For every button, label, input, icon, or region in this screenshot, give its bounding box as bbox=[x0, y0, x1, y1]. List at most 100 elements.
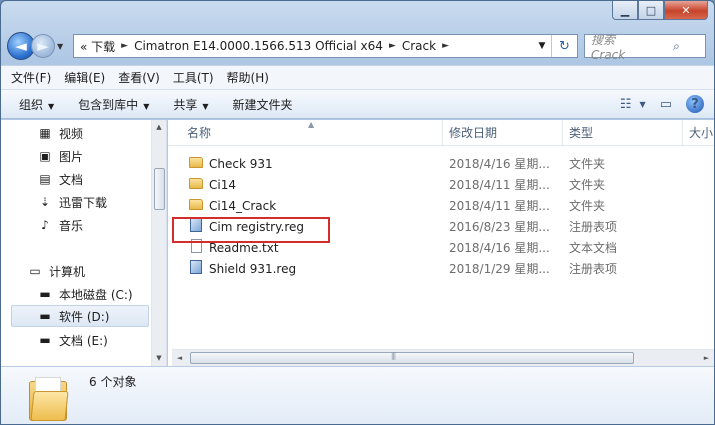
change-view-icon[interactable]: ☷ bbox=[620, 97, 632, 112]
search-icon[interactable]: ⌕ bbox=[648, 39, 705, 54]
menu-help[interactable]: 帮助(H) bbox=[227, 69, 269, 86]
folder-icon bbox=[188, 198, 204, 213]
file-date-cell: 2018/4/16 星期... bbox=[449, 157, 550, 171]
help-icon[interactable]: ? bbox=[686, 95, 704, 113]
video-icon: ▦ bbox=[39, 126, 51, 140]
include-in-library-button[interactable]: 包含到库中 ▼ bbox=[78, 96, 149, 113]
scroll-down-icon[interactable]: ▼ bbox=[152, 351, 166, 366]
file-name-cell: Ci14_Crack bbox=[188, 198, 276, 213]
navigation-pane: ▦ 视频 ▣ 图片 ▤ 文档 ⇣ 迅雷下载 ♪ 音乐 ▭ 计算机 ▬ 本地磁盘 … bbox=[1, 120, 167, 366]
breadcrumb-segment-crack[interactable]: Crack bbox=[402, 39, 436, 53]
maximize-button[interactable]: □ bbox=[638, 1, 664, 20]
file-date-cell: 2018/1/29 星期... bbox=[449, 262, 550, 276]
column-header-type[interactable]: 类型 bbox=[562, 120, 682, 146]
document-icon: ▤ bbox=[39, 172, 51, 186]
nav-item-documents[interactable]: ▤ 文档 bbox=[37, 168, 83, 190]
organize-button[interactable]: 组织 ▼ bbox=[19, 96, 54, 113]
view-dropdown-icon[interactable]: ▼ bbox=[640, 100, 646, 109]
registry-file-icon bbox=[188, 260, 204, 277]
drive-icon: ▬ bbox=[39, 309, 51, 323]
menu-bar: 文件(F) 编辑(E) 查看(V) 工具(T) 帮助(H) bbox=[1, 65, 714, 89]
nav-item-videos[interactable]: ▦ 视频 bbox=[37, 122, 83, 144]
share-button[interactable]: 共享 ▼ bbox=[173, 96, 208, 113]
nav-item-label: 音乐 bbox=[59, 218, 84, 233]
scroll-thumb[interactable] bbox=[190, 352, 634, 364]
forward-button[interactable]: ► bbox=[31, 34, 55, 58]
nav-item-drive-d[interactable]: ▬ 软件 (D:) bbox=[11, 305, 149, 327]
file-row[interactable]: Ci14_Crack 2018/4/11 星期... 文件夹 bbox=[172, 195, 714, 216]
file-row[interactable]: Shield 931.reg 2018/1/29 星期... 注册表项 bbox=[172, 258, 714, 279]
caption-buttons: ▁ □ ✕ bbox=[612, 1, 708, 20]
column-header-date[interactable]: 修改日期 bbox=[442, 120, 562, 146]
breadcrumb-segment-downloads[interactable]: « 下载 bbox=[80, 38, 115, 55]
nav-item-label: 文档 (E:) bbox=[59, 333, 108, 348]
file-date-cell: 2016/8/23 星期... bbox=[449, 220, 550, 234]
local-disk-icon: ▬ bbox=[39, 287, 51, 301]
refresh-icon[interactable]: ↻ bbox=[551, 35, 577, 57]
nav-scrollbar[interactable]: ▲ ▼ bbox=[151, 120, 166, 366]
nav-item-label: 图片 bbox=[59, 149, 84, 164]
breadcrumb-separator-icon[interactable]: ► bbox=[121, 41, 128, 51]
horizontal-scrollbar[interactable]: ◄ ||| ► bbox=[172, 349, 714, 366]
file-row[interactable]: Check 931 2018/4/16 星期... 文件夹 bbox=[172, 153, 714, 174]
nav-item-computer[interactable]: ▭ 计算机 bbox=[27, 260, 85, 282]
file-name-cell: Check 931 bbox=[188, 156, 273, 171]
details-pane: 6 个对象 bbox=[1, 366, 714, 424]
drive-icon: ▬ bbox=[39, 333, 51, 347]
breadcrumb-segment-cimatron[interactable]: Cimatron E14.0000.1566.513 Official x64 bbox=[134, 39, 383, 53]
file-date-cell: 2018/4/16 星期... bbox=[449, 241, 550, 255]
menu-view[interactable]: 查看(V) bbox=[118, 69, 160, 86]
command-bar-right: ☷ ▼ ▭ ? bbox=[606, 95, 704, 113]
folder-icon bbox=[188, 156, 204, 171]
folder-icon bbox=[29, 377, 69, 421]
nav-item-label: 迅雷下载 bbox=[59, 195, 108, 210]
menu-edit[interactable]: 编辑(E) bbox=[64, 69, 105, 86]
item-count: 6 个对象 bbox=[89, 375, 137, 389]
explorer-window: ▁ □ ✕ ◄ ► ▼ « 下载 ► Cimatron E14.0000.156… bbox=[0, 0, 715, 425]
address-bar[interactable]: « 下载 ► Cimatron E14.0000.1566.513 Offici… bbox=[73, 34, 578, 58]
breadcrumb-separator-icon[interactable]: ► bbox=[442, 41, 449, 51]
scroll-thumb[interactable] bbox=[154, 168, 165, 210]
new-folder-button[interactable]: 新建文件夹 bbox=[233, 96, 293, 113]
column-header-name[interactable]: 名称 bbox=[181, 120, 444, 146]
file-type-cell: 文件夹 bbox=[569, 178, 606, 192]
chevron-down-icon: ▼ bbox=[202, 101, 209, 111]
preview-pane-icon[interactable]: ▭ bbox=[660, 97, 672, 112]
menu-file[interactable]: 文件(F) bbox=[11, 69, 51, 86]
close-button[interactable]: ✕ bbox=[664, 1, 708, 20]
scroll-up-icon[interactable]: ▲ bbox=[152, 120, 166, 135]
nav-item-drive-e[interactable]: ▬ 文档 (E:) bbox=[37, 329, 108, 351]
menu-tools[interactable]: 工具(T) bbox=[173, 69, 214, 86]
folder-icon bbox=[188, 177, 204, 192]
nav-item-thunder-download[interactable]: ⇣ 迅雷下载 bbox=[37, 191, 107, 213]
column-header-row: ▲ 名称 修改日期 类型 大小 bbox=[168, 120, 714, 146]
recent-pages-dropdown[interactable]: ▼ bbox=[57, 42, 69, 51]
file-type-cell: 注册表项 bbox=[569, 262, 618, 276]
breadcrumb-separator-icon[interactable]: ► bbox=[389, 41, 396, 51]
file-date-cell: 2018/4/11 星期... bbox=[449, 199, 550, 213]
file-type-cell: 注册表项 bbox=[569, 220, 618, 234]
file-type-cell: 文件夹 bbox=[569, 157, 606, 171]
scroll-left-icon[interactable]: ◄ bbox=[172, 350, 187, 366]
nav-item-music[interactable]: ♪ 音乐 bbox=[37, 214, 83, 236]
search-input[interactable]: 搜索 Crack ⌕ bbox=[584, 33, 706, 62]
minimize-button[interactable]: ▁ bbox=[612, 1, 638, 20]
file-type-cell: 文件夹 bbox=[569, 199, 606, 213]
scroll-right-icon[interactable]: ► bbox=[699, 350, 714, 366]
nav-item-label: 计算机 bbox=[49, 264, 86, 279]
file-date-cell: 2018/4/11 星期... bbox=[449, 178, 550, 192]
highlight-annotation-box bbox=[172, 217, 330, 243]
nav-item-drive-c[interactable]: ▬ 本地磁盘 (C:) bbox=[37, 283, 132, 305]
file-name-cell: Ci14 bbox=[188, 177, 236, 192]
thunder-download-icon: ⇣ bbox=[39, 195, 51, 209]
scroll-grip-icon: ||| bbox=[391, 352, 396, 360]
file-name-cell: Shield 931.reg bbox=[188, 260, 296, 277]
address-row: ◄ ► ▼ « 下载 ► Cimatron E14.0000.1566.513 … bbox=[7, 31, 706, 62]
column-header-size[interactable]: 大小 bbox=[682, 120, 714, 146]
nav-item-pictures[interactable]: ▣ 图片 bbox=[37, 145, 83, 167]
file-row[interactable]: Ci14 2018/4/11 星期... 文件夹 bbox=[172, 174, 714, 195]
chevron-down-icon: ▼ bbox=[143, 101, 150, 111]
address-dropdown-icon[interactable]: ▼ bbox=[533, 41, 551, 51]
music-icon: ♪ bbox=[41, 218, 49, 232]
file-type-cell: 文本文档 bbox=[569, 241, 618, 255]
